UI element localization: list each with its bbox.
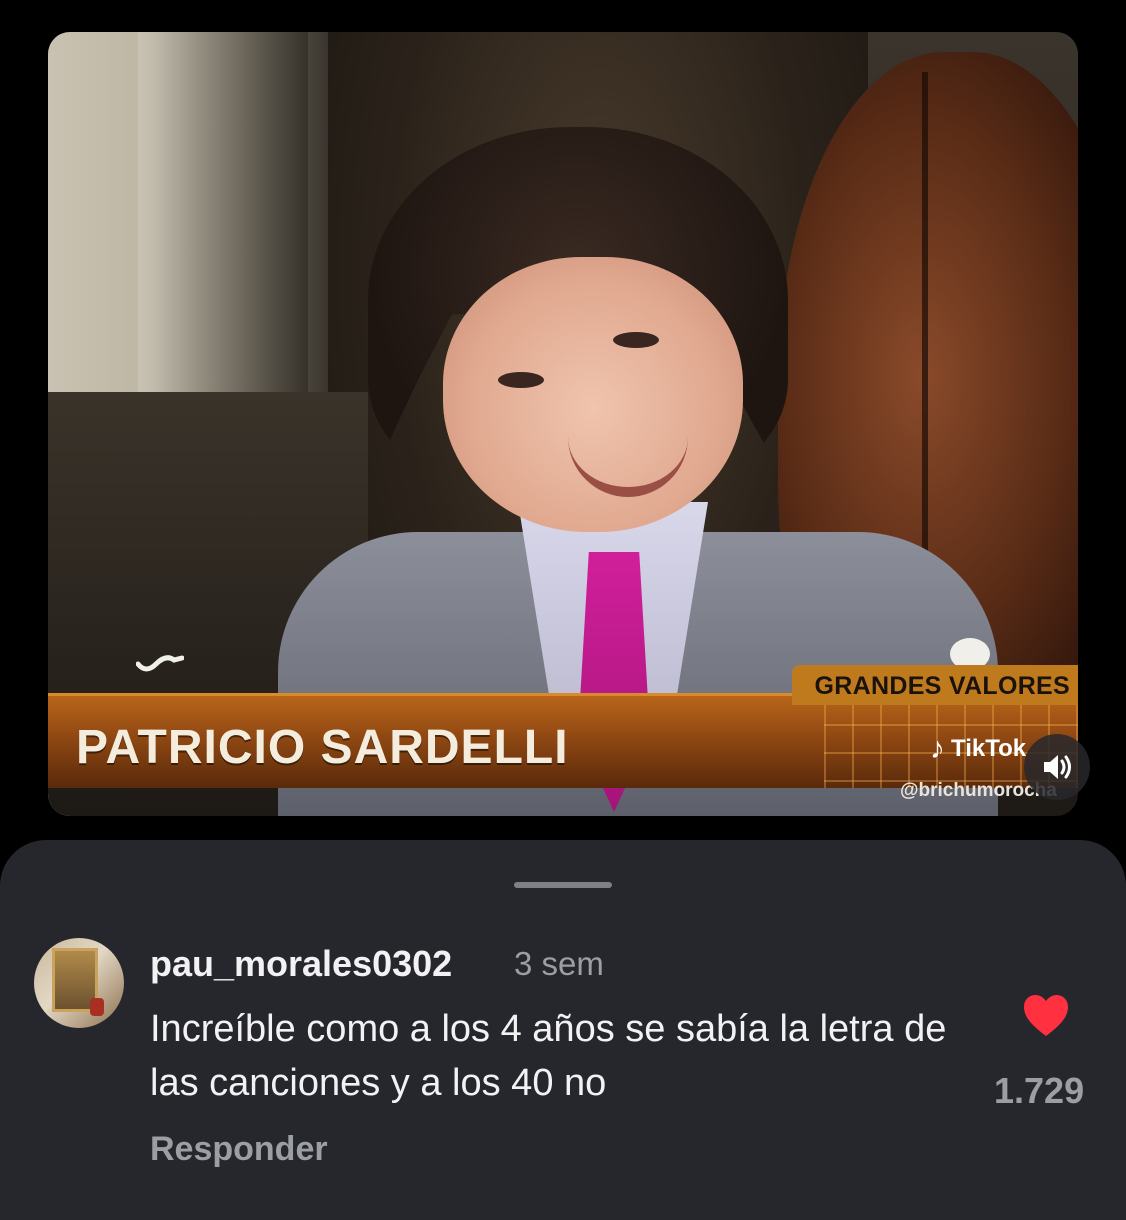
child-eye-right	[613, 332, 659, 348]
tiktok-brand: TikTok	[951, 735, 1027, 762]
tiktok-watermark: ♪ TikTok	[930, 732, 1026, 766]
heart-icon[interactable]	[1022, 994, 1070, 1038]
avatar[interactable]	[34, 938, 124, 1028]
avatar-figure	[90, 998, 104, 1016]
name-caption: PATRICIO SARDELLI	[76, 721, 569, 774]
lower-third-banner: PATRICIO SARDELLI	[48, 693, 1078, 788]
comment-timestamp: 3 sem	[514, 945, 604, 982]
sheet-drag-handle[interactable]	[514, 882, 612, 888]
like-count: 1.729	[994, 1070, 1085, 1111]
program-tag-label: GRANDES VALORES	[814, 672, 1070, 700]
child-face	[443, 257, 743, 532]
comment-text: Increíble como a los 4 años se sabía la …	[150, 1008, 947, 1104]
mute-toggle-button[interactable]	[1024, 734, 1090, 800]
squiggle-graphic	[136, 655, 184, 672]
comment-username[interactable]: pau_morales0302	[150, 943, 452, 985]
tiktok-logo-icon: ♪	[930, 732, 945, 765]
video-player[interactable]: PATRICIO SARDELLI GRANDES VALORES ♪ TikT…	[48, 32, 1078, 816]
reply-button[interactable]: Responder	[150, 1130, 328, 1169]
child-eye-left	[498, 372, 544, 388]
program-tag: GRANDES VALORES	[792, 665, 1078, 705]
comments-sheet: pau_morales0302 3 sem Increíble como a l…	[0, 840, 1126, 1220]
speaker-on-icon	[1044, 755, 1071, 779]
